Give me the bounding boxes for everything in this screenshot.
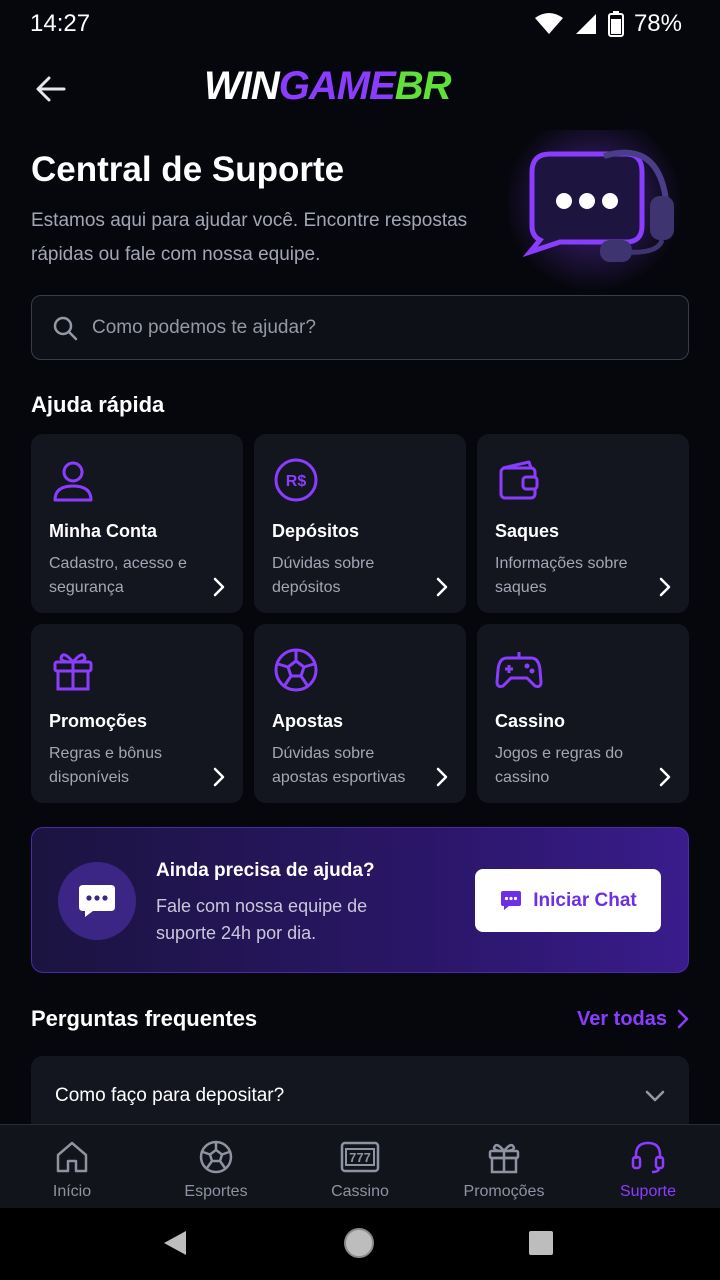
soccer-ball-icon bbox=[199, 1140, 233, 1174]
card-desc: Dúvidas sobre depósitos bbox=[272, 555, 375, 596]
card-title: Depósitos bbox=[272, 521, 360, 541]
user-icon bbox=[53, 461, 93, 502]
headset-icon bbox=[631, 1141, 665, 1174]
card-promocoes[interactable]: Promoções Regras e bônus disponíveis bbox=[31, 624, 243, 803]
nav-item-cassino[interactable]: 777 Cassino bbox=[288, 1125, 432, 1208]
nav-item-suporte[interactable]: Suporte bbox=[576, 1125, 720, 1208]
see-all-link[interactable]: Ver todas bbox=[577, 1008, 689, 1031]
chevron-down-icon bbox=[645, 1090, 665, 1102]
battery-percent: 78% bbox=[633, 10, 682, 37]
app-logo: WINGAMEBR bbox=[204, 64, 452, 108]
chevron-right-icon bbox=[213, 767, 225, 787]
card-title: Apostas bbox=[272, 711, 344, 731]
help-banner-desc: Fale com nossa equipe de suporte 24h por… bbox=[156, 896, 368, 943]
money-icon: R$ bbox=[274, 458, 318, 502]
card-desc: Jogos e regras do cassino bbox=[495, 745, 624, 786]
card-title: Saques bbox=[495, 521, 560, 541]
status-bar: 14:27 78% bbox=[0, 0, 720, 48]
chat-bubble-icon bbox=[79, 885, 115, 917]
card-depositos[interactable]: R$ Depósitos Dúvidas sobre depósitos bbox=[254, 434, 466, 613]
quick-help-grid: Minha Conta Cadastro, acesso e segurança… bbox=[31, 434, 689, 803]
card-desc: Dúvidas sobre apostas esportivas bbox=[272, 745, 406, 786]
page-subtitle: Estamos aqui para ajudar você. Encontre … bbox=[31, 210, 468, 265]
card-minha-conta[interactable]: Minha Conta Cadastro, acesso e segurança bbox=[31, 434, 243, 613]
signal-icon bbox=[575, 14, 596, 34]
chat-icon bbox=[501, 890, 522, 910]
system-home-icon[interactable] bbox=[342, 1226, 376, 1260]
chat-headset-icon bbox=[522, 149, 674, 262]
nav-label: Esportes bbox=[184, 1183, 248, 1200]
card-desc: Informações sobre saques bbox=[495, 555, 628, 596]
page-title: Central de Suporte bbox=[31, 150, 345, 189]
chevron-right-icon bbox=[659, 767, 671, 787]
bottom-nav: Início Esportes 777 Cassino Promoções Su… bbox=[0, 1124, 720, 1208]
system-nav-bar bbox=[0, 1208, 720, 1280]
chat-bubble-icon-badge bbox=[58, 862, 136, 940]
wifi-icon bbox=[534, 13, 563, 34]
start-chat-label: Iniciar Chat bbox=[533, 889, 637, 911]
card-cassino[interactable]: Cassino Jogos e regras do cassino bbox=[477, 624, 689, 803]
card-title: Promoções bbox=[49, 711, 148, 731]
search-icon bbox=[53, 316, 78, 340]
ball-icon bbox=[274, 648, 318, 692]
system-recents-icon[interactable] bbox=[528, 1230, 554, 1256]
card-desc: Cadastro, acesso e segurança bbox=[49, 555, 187, 596]
chevron-right-icon bbox=[213, 577, 225, 597]
status-time: 14:27 bbox=[30, 10, 91, 37]
faq-question: Como faço para depositar? bbox=[55, 1085, 285, 1106]
home-icon bbox=[56, 1141, 88, 1173]
system-back-icon[interactable] bbox=[160, 1228, 190, 1258]
support-chat-illustration bbox=[508, 130, 698, 290]
faq-title: Perguntas frequentes bbox=[31, 1006, 258, 1031]
slot-machine-icon: 777 bbox=[340, 1141, 380, 1173]
see-all-label: Ver todas bbox=[576, 1007, 667, 1030]
card-apostas[interactable]: Apostas Dúvidas sobre apostas esportivas bbox=[254, 624, 466, 803]
help-banner-title: Ainda precisa de ajuda? bbox=[156, 860, 375, 881]
nav-label: Início bbox=[52, 1183, 92, 1200]
top-bar: WINGAMEBR bbox=[0, 56, 720, 120]
svg-text:R$: R$ bbox=[286, 473, 307, 490]
svg-text:777: 777 bbox=[349, 1150, 371, 1165]
arrow-left-icon bbox=[36, 76, 66, 102]
card-desc: Regras e bônus disponíveis bbox=[49, 745, 162, 786]
nav-label: Suporte bbox=[619, 1183, 677, 1200]
back-button[interactable] bbox=[28, 66, 74, 112]
start-chat-button[interactable]: Iniciar Chat bbox=[475, 869, 661, 932]
search-input[interactable] bbox=[92, 316, 652, 339]
search-bar[interactable] bbox=[31, 295, 689, 360]
card-title: Minha Conta bbox=[49, 521, 157, 541]
help-banner: Ainda precisa de ajuda? Fale com nossa e… bbox=[31, 827, 689, 973]
chevron-right-icon bbox=[436, 767, 448, 787]
quick-help-title: Ajuda rápida bbox=[31, 392, 165, 417]
nav-item-esportes[interactable]: Esportes bbox=[144, 1125, 288, 1208]
chevron-right-icon bbox=[659, 577, 671, 597]
nav-item-promocoes[interactable]: Promoções bbox=[432, 1125, 576, 1208]
card-title: Cassino bbox=[495, 711, 566, 731]
faq-header: Perguntas frequentes Ver todas bbox=[31, 1006, 689, 1032]
nav-label: Cassino bbox=[331, 1183, 389, 1200]
gift-icon bbox=[488, 1143, 520, 1174]
wallet-icon bbox=[499, 460, 539, 500]
nav-label: Promoções bbox=[463, 1183, 545, 1200]
chevron-right-icon bbox=[677, 1009, 689, 1029]
gamepad-icon bbox=[495, 652, 543, 688]
status-icons: 78% bbox=[534, 10, 682, 38]
gift-icon bbox=[53, 653, 93, 691]
card-saques[interactable]: Saques Informações sobre saques bbox=[477, 434, 689, 613]
nav-item-inicio[interactable]: Início bbox=[0, 1125, 144, 1208]
chevron-right-icon bbox=[436, 577, 448, 597]
battery-icon bbox=[607, 11, 624, 37]
